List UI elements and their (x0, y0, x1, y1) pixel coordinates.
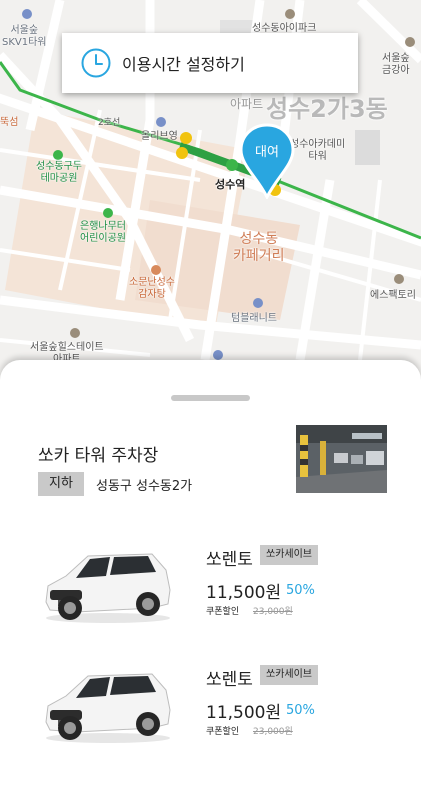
map-label-seongsudong-park: 성수동구두 테마공원 (36, 161, 82, 184)
map-label-skv1-tower: 서울숲 SKV1타워 (2, 25, 47, 48)
car-discount-rate: 50% (286, 703, 315, 718)
car-price: 11,500원 (206, 583, 282, 603)
usage-time-label: 이용시간 설정하기 (122, 55, 245, 74)
map-label-academy-tower: 성수아카데미 타워 (290, 139, 346, 162)
map-label-seongsu-2ga-3dong: 성수2가3동 (266, 95, 388, 123)
car-discount-rate: 50% (286, 583, 315, 598)
original-price: 23,000원 (253, 607, 293, 617)
car-name: 쏘렌토 (206, 550, 253, 570)
map-label-sopungnan: 소문난성수 감자탕 (129, 277, 175, 300)
car-image (45, 553, 171, 623)
car-image (45, 673, 171, 743)
map-label-ttuksom: 뚝섬 (0, 117, 19, 128)
map-label-sfactory: 에스팩토리 (370, 290, 416, 301)
usage-time-setting-button[interactable]: 이용시간 설정하기 (62, 33, 358, 93)
parking-lot-sheet[interactable]: 쏘카 타워 주차장 지하 성동구 성수동2가 쏘렌토 쏘카세이브 11,500원… (0, 360, 421, 790)
parking-lot-photo[interactable] (296, 425, 387, 493)
pin-label: 대여 (255, 145, 279, 160)
map-label-tumbling: 텀블래니트 (231, 313, 277, 324)
pin-marker-icon (239, 123, 295, 201)
parking-lot-address: 성동구 성수동2가 (96, 479, 193, 494)
car-name: 쏘렌토 (206, 670, 253, 690)
car-list-item[interactable]: 쏘렌토 쏘카세이브 11,500원 50% 쿠폰할인 23,000원 (0, 542, 421, 652)
clock-icon (81, 48, 111, 78)
rental-location-pin[interactable]: 대여 (239, 123, 295, 201)
coupon-discount-label: 쿠폰할인 (206, 727, 240, 737)
map-label-gangyu: 서울숲 금강아 (382, 53, 410, 76)
car-list-item[interactable]: 쏘렌토 쏘카세이브 11,500원 50% 쿠폰할인 23,000원 (0, 662, 421, 772)
floor-badge: 지하 (38, 472, 84, 496)
parking-lot-name: 쏘카 타워 주차장 (38, 446, 159, 466)
sheet-drag-handle[interactable] (171, 395, 250, 401)
car-promo-badge: 쏘카세이브 (260, 665, 318, 685)
coupon-discount-label: 쿠폰할인 (206, 607, 240, 617)
map-label-line2: 2호선 (98, 118, 121, 128)
map-label-cafe-street: 성수동 카페거리 (233, 231, 285, 264)
original-price: 23,000원 (253, 727, 293, 737)
map-label-ginkgo-park: 은행나무터 어린이공원 (80, 221, 126, 244)
map-label-apt: 아파트 (230, 97, 264, 111)
car-promo-badge: 쏘카세이브 (260, 545, 318, 565)
map-label-olive-young: 올리브영 (141, 131, 178, 142)
car-price: 11,500원 (206, 703, 282, 723)
